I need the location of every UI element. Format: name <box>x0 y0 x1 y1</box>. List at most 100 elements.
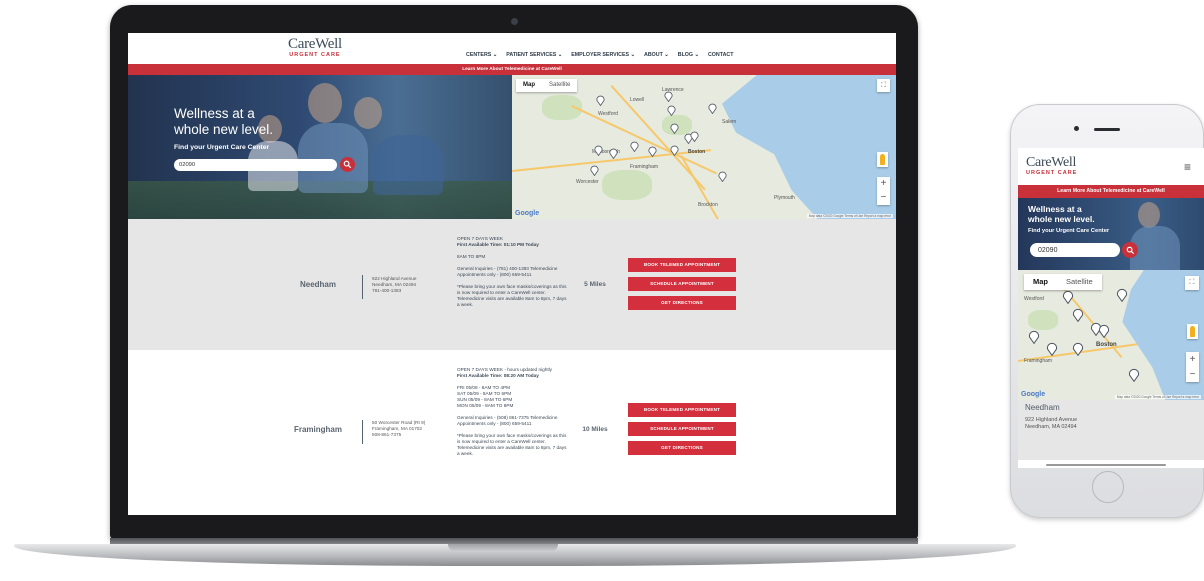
zoom-in-button[interactable]: + <box>1186 352 1199 367</box>
location-pin[interactable] <box>1046 342 1058 356</box>
location-pin[interactable] <box>670 123 679 134</box>
map-label-boston: Boston <box>688 149 706 155</box>
location-distance: 10 Miles <box>582 426 608 433</box>
location-pin[interactable] <box>648 146 657 157</box>
google-logo: Google <box>1021 391 1046 398</box>
location-pin[interactable] <box>708 103 717 114</box>
schedule-appointment-button[interactable]: SCHEDULE APPOINTMENT <box>628 277 736 291</box>
nav-about[interactable]: ABOUT ⌄ <box>644 52 669 58</box>
map-label-plymouth: Plymouth <box>774 195 795 201</box>
site-header: CareWell URGENT CARE CENTERS ⌄ PATIENT S… <box>128 33 896 64</box>
map-label-boston: Boston <box>1096 342 1117 348</box>
location-pin[interactable] <box>1028 330 1040 344</box>
mobile-hero-title: Wellness at a whole new level. <box>1028 204 1095 224</box>
hours: 8AM TO 8PM <box>457 254 486 259</box>
telemedicine-promo-link[interactable]: Learn More About Telemedicine at CareWel… <box>128 64 896 75</box>
locations-map[interactable]: Boston Framingham Worcester Brockton Low… <box>512 75 896 219</box>
nav-centers[interactable]: CENTERS ⌄ <box>466 52 497 58</box>
mobile-location-address: 922 Highland Avenue Needham, MA 02494 <box>1025 417 1077 431</box>
nav-blog[interactable]: BLOG ⌄ <box>678 52 699 58</box>
street-view-pegman-icon[interactable] <box>877 152 888 167</box>
location-pin[interactable] <box>1128 368 1140 382</box>
location-pin[interactable] <box>667 105 676 116</box>
location-pin[interactable] <box>690 131 699 142</box>
nav-employer-services[interactable]: EMPLOYER SERVICES ⌄ <box>571 52 635 58</box>
location-pin[interactable] <box>609 148 618 159</box>
map-label-salem: Salem <box>722 119 737 125</box>
location-pin[interactable] <box>664 91 673 102</box>
map-terms[interactable]: Map data ©2020 Google Terms of Use Repor… <box>806 214 893 218</box>
hero-subtitle: Find your Urgent Care Center <box>174 144 270 151</box>
phone-speaker <box>1094 128 1120 131</box>
map-terms[interactable]: Map data ©2020 Google Terms of Use Repor… <box>1114 395 1201 399</box>
first-available-time: First Available Time: 01:10 PM Today <box>457 242 539 247</box>
phone-home-button[interactable] <box>1092 471 1124 503</box>
search-icon <box>1126 246 1134 254</box>
fullscreen-icon[interactable]: ⛶ <box>1185 276 1199 290</box>
location-pin[interactable] <box>590 165 599 176</box>
location-pin[interactable] <box>718 171 727 182</box>
zoom-out-button[interactable]: − <box>1186 367 1199 382</box>
mobile-zip-search-input[interactable] <box>1030 243 1120 257</box>
location-pin[interactable] <box>596 95 605 106</box>
location-pin[interactable] <box>1098 324 1110 338</box>
zoom-in-button[interactable]: + <box>877 177 890 191</box>
mobile-telemedicine-promo-link[interactable]: Learn More About Telemedicine at CareWel… <box>1018 185 1204 198</box>
hours-mon: MON 05/09 - 8AM TO 8PM <box>457 403 514 408</box>
mobile-address-line2: Needham, MA 02494 <box>1025 424 1077 430</box>
location-pin[interactable] <box>1062 290 1074 304</box>
address-phone: 781-400-1383 <box>372 288 402 293</box>
map-tab-map[interactable]: Map <box>516 79 542 92</box>
location-divider <box>362 275 363 299</box>
mobile-location-item[interactable]: Needham 922 Highland Avenue Needham, MA … <box>1018 400 1204 460</box>
hours-schedule: FRI 05/08 - 8AM TO 4PM SAT 05/09 - 8AM T… <box>457 385 567 409</box>
address-phone: 508-861-7375 <box>372 432 402 437</box>
location-pin[interactable] <box>670 145 679 156</box>
location-pin[interactable] <box>1072 308 1084 322</box>
schedule-appointment-button[interactable]: SCHEDULE APPOINTMENT <box>628 422 736 436</box>
zip-search-button[interactable] <box>340 157 355 172</box>
nav-contact[interactable]: CONTACT <box>708 52 734 58</box>
fullscreen-icon[interactable]: ⛶ <box>877 79 890 92</box>
location-pin[interactable] <box>1072 342 1084 356</box>
map-label-lowell: Lowell <box>630 97 645 103</box>
mobile-hero-banner: Wellness at a whole new level. Find your… <box>1018 198 1204 270</box>
location-pin[interactable] <box>594 145 603 156</box>
logo-name: CareWell <box>288 36 342 52</box>
mobile-address-line1: 922 Highland Avenue <box>1025 417 1078 423</box>
carewell-logo[interactable]: CareWell URGENT CARE <box>288 36 342 59</box>
hours-fri: FRI 05/08 - 8AM TO 4PM <box>457 385 510 390</box>
location-distance: 5 Miles <box>584 281 606 288</box>
get-directions-button[interactable]: GET DIRECTIONS <box>628 441 736 455</box>
get-directions-button[interactable]: GET DIRECTIONS <box>628 296 736 310</box>
map-tab-satellite[interactable]: Satellite <box>542 79 577 92</box>
map-tab-map[interactable]: Map <box>1024 274 1057 290</box>
logo-tagline: URGENT CARE <box>289 52 341 58</box>
location-info: OPEN 7 DAYS WEEK First Available Time: 0… <box>457 236 567 314</box>
phone-screen: CareWell URGENT CARE ≡ Learn More About … <box>1018 148 1204 468</box>
mobile-carewell-logo[interactable]: CareWell URGENT CARE <box>1026 156 1077 177</box>
mobile-scroll-indicator <box>1046 464 1166 466</box>
mobile-zip-search-button[interactable] <box>1122 242 1138 258</box>
map-label-brockton: Brockton <box>698 202 718 208</box>
location-pin[interactable] <box>1116 288 1128 302</box>
nav-patient-services[interactable]: PATIENT SERVICES ⌄ <box>506 52 562 58</box>
map-label-worcester: Worcester <box>576 179 599 185</box>
location-divider <box>362 420 363 444</box>
book-telemed-button[interactable]: BOOK TELEMED APPOINTMENT <box>628 258 736 272</box>
mobile-location-name: Needham <box>1025 403 1060 412</box>
map-tab-satellite[interactable]: Satellite <box>1057 274 1102 290</box>
location-pin[interactable] <box>630 141 639 152</box>
location-info: OPEN 7 DAYS WEEK - hours updated nightly… <box>457 367 567 463</box>
book-telemed-button[interactable]: BOOK TELEMED APPOINTMENT <box>628 403 736 417</box>
mobile-hero-subtitle: Find your Urgent Care Center <box>1028 228 1110 234</box>
zip-search-input[interactable] <box>174 159 337 171</box>
hamburger-menu-icon[interactable]: ≡ <box>1184 160 1191 174</box>
hero-photo-face <box>1138 202 1160 228</box>
location-name: Framingham <box>293 425 342 434</box>
laptop-screen: CareWell URGENT CARE CENTERS ⌄ PATIENT S… <box>128 33 896 515</box>
hours-sun: SUN 05/09 - 8AM TO 6PM <box>457 397 513 402</box>
zoom-out-button[interactable]: − <box>877 191 890 205</box>
mobile-locations-map[interactable]: Boston Framingham Westford Map Satellite… <box>1018 270 1204 400</box>
street-view-pegman-icon[interactable] <box>1187 324 1198 339</box>
